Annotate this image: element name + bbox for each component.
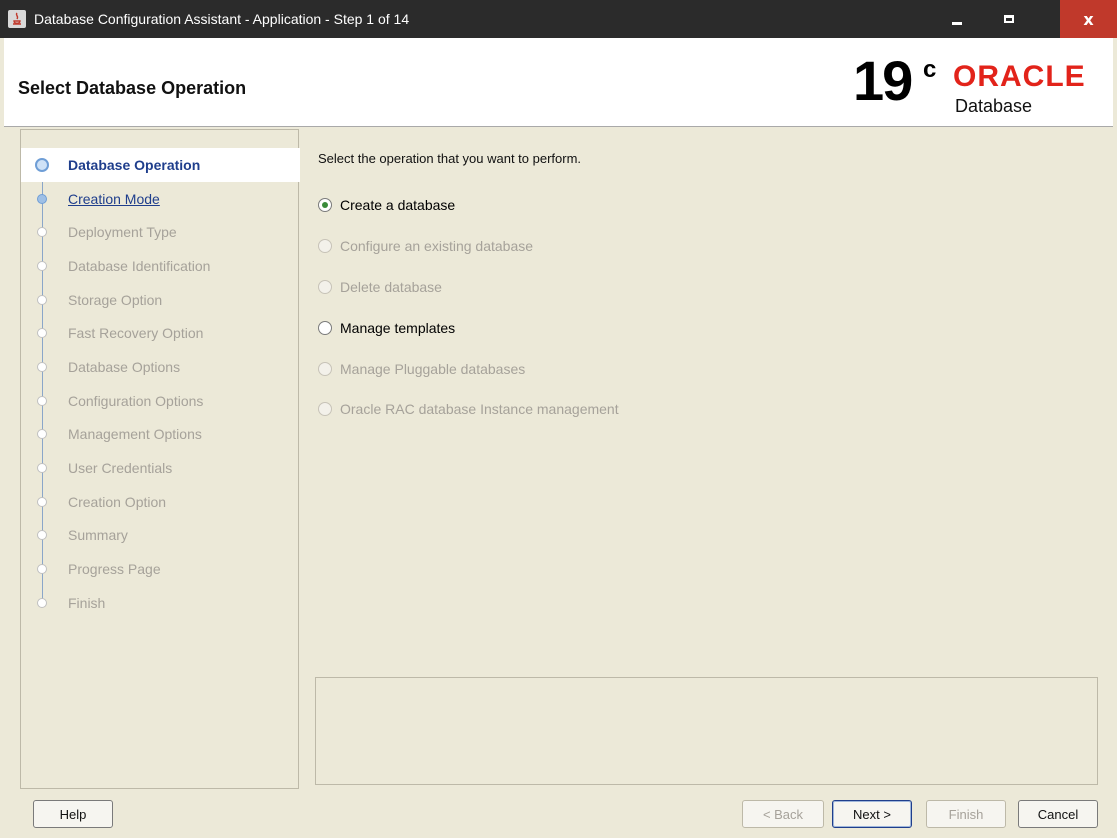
step-storage-option: Storage Option (21, 283, 300, 317)
step-icon (37, 260, 47, 271)
step-database-options: Database Options (21, 350, 300, 384)
radio-icon (318, 239, 332, 254)
step-label: Summary (68, 527, 128, 544)
step-icon (37, 294, 47, 305)
step-icon (37, 530, 47, 541)
steps-sidebar: Database Operation Creation Mode Deploym… (20, 129, 300, 789)
step-label: Database Operation (68, 156, 201, 173)
step-label: Database Identification (68, 257, 211, 274)
java-app-icon (8, 10, 26, 28)
radio-selected-icon[interactable] (318, 198, 332, 213)
logo-version: 19 (853, 49, 913, 112)
step-deployment-type: Deployment Type (21, 215, 300, 249)
option-delete-database: Delete database (318, 267, 619, 308)
radio-icon[interactable] (318, 320, 332, 335)
step-label: Deployment Type (68, 224, 177, 241)
option-manage-pluggable: Manage Pluggable databases (318, 348, 619, 389)
option-label: Oracle RAC database Instance management (340, 401, 619, 418)
option-manage-templates[interactable]: Manage templates (318, 307, 619, 348)
option-label: Delete database (340, 278, 442, 295)
description-panel (315, 677, 1098, 785)
close-icon: x (1083, 9, 1094, 29)
cancel-button[interactable]: Cancel (1018, 800, 1098, 828)
step-configuration-options: Configuration Options (21, 384, 300, 418)
operation-options: Create a database Configure an existing … (318, 185, 619, 430)
step-summary: Summary (21, 519, 300, 553)
step-finish: Finish (21, 586, 300, 620)
step-label: Database Options (68, 358, 181, 375)
step-icon (37, 564, 47, 575)
option-rac-instance-management: Oracle RAC database Instance management (318, 389, 619, 430)
close-button[interactable]: x (1060, 0, 1117, 38)
step-label: Management Options (68, 426, 202, 443)
step-progress-page: Progress Page (21, 552, 300, 586)
option-label: Configure an existing database (340, 238, 534, 255)
logo-superscript: c (923, 56, 937, 83)
oracle-19c-logo: 19 c ORACLE Database (853, 49, 1093, 118)
step-label: Configuration Options (68, 392, 204, 409)
maximize-button[interactable] (986, 0, 1032, 38)
option-label[interactable]: Manage templates (340, 320, 455, 336)
title-bar[interactable]: Database Configuration Assistant - Appli… (0, 0, 1117, 38)
option-configure-existing: Configure an existing database (318, 226, 619, 267)
step-icon (37, 193, 47, 204)
step-icon (37, 361, 47, 372)
radio-icon (318, 402, 332, 417)
step-label: Progress Page (68, 561, 161, 578)
step-label: Creation Option (68, 493, 167, 510)
steps-list: Database Operation Creation Mode Deploym… (21, 148, 300, 620)
step-label: User Credentials (68, 460, 173, 477)
step-icon (37, 463, 47, 474)
step-icon (37, 395, 47, 406)
operation-prompt: Select the operation that you want to pe… (318, 151, 582, 166)
step-user-credentials: User Credentials (21, 451, 300, 485)
page-header: Select Database Operation 19 c ORACLE Da… (4, 38, 1113, 127)
maximize-icon (1004, 15, 1014, 23)
back-button: < Back (742, 800, 824, 828)
window-title: Database Configuration Assistant - Appli… (34, 11, 410, 27)
next-button[interactable]: Next > (832, 800, 912, 828)
current-step-icon (35, 157, 49, 172)
logo-brand: ORACLE (953, 60, 1086, 93)
step-database-operation: Database Operation (21, 148, 300, 182)
logo-product: Database (955, 96, 1033, 116)
button-bar: Help < Back Next > Finish Cancel (0, 790, 1117, 838)
radio-icon (318, 279, 332, 294)
step-icon (37, 227, 47, 238)
step-icon (37, 597, 47, 608)
option-create-database[interactable]: Create a database (318, 185, 619, 226)
step-label: Finish (68, 594, 106, 611)
step-database-identification: Database Identification (21, 249, 300, 283)
step-label[interactable]: Creation Mode (68, 191, 160, 207)
minimize-icon (952, 21, 962, 25)
finish-button: Finish (926, 800, 1006, 828)
step-icon (37, 328, 47, 339)
step-creation-mode[interactable]: Creation Mode (21, 182, 300, 216)
radio-icon (318, 361, 332, 376)
minimize-button[interactable] (934, 0, 980, 38)
main-content: Select the operation that you want to pe… (300, 129, 1113, 789)
option-label[interactable]: Create a database (340, 197, 455, 213)
help-button[interactable]: Help (33, 800, 113, 828)
step-management-options: Management Options (21, 418, 300, 452)
dbca-window: Database Configuration Assistant - Appli… (0, 0, 1117, 838)
step-fast-recovery-option: Fast Recovery Option (21, 316, 300, 350)
step-icon (37, 429, 47, 440)
step-label: Storage Option (68, 291, 163, 308)
step-label: Fast Recovery Option (68, 325, 204, 342)
step-creation-option: Creation Option (21, 485, 300, 519)
page-title: Select Database Operation (18, 78, 247, 98)
step-icon (37, 496, 47, 507)
option-label: Manage Pluggable databases (340, 360, 526, 377)
